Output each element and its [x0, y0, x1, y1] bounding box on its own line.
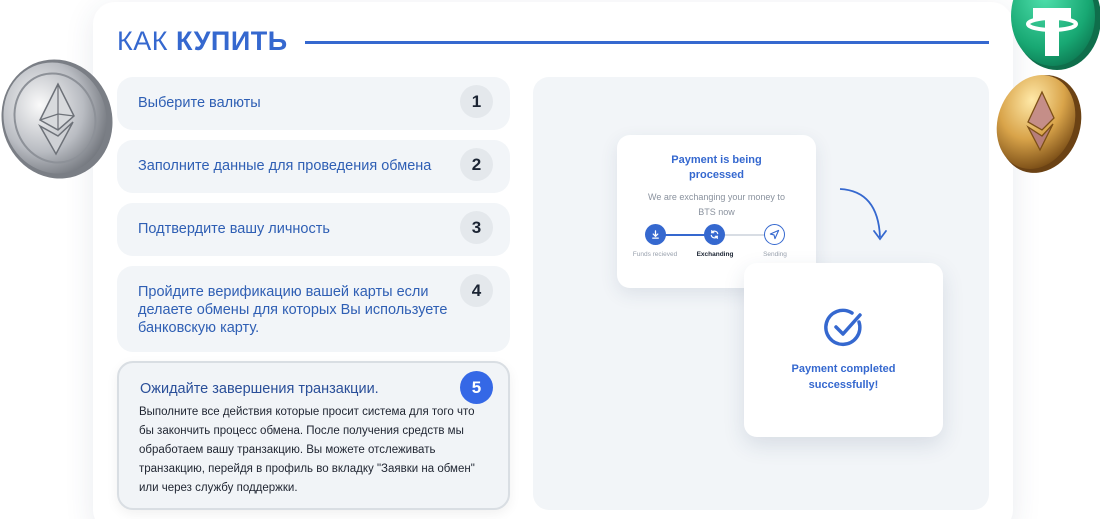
processing-title: Payment is being processed	[671, 154, 762, 181]
stage-funds-received: Funds recieved	[632, 251, 678, 258]
step-1-number: 1	[460, 85, 493, 118]
step-3-number: 3	[460, 211, 493, 244]
refresh-icon	[704, 224, 725, 245]
title-divider	[305, 41, 989, 44]
step-2[interactable]: Заполните данные для проведения обмена 2	[117, 140, 510, 193]
page-title: КАК КУПИТЬ	[117, 26, 288, 57]
download-icon	[645, 224, 666, 245]
step-5[interactable]: Ожидайте завершения транзакции. 5 Выполн…	[117, 361, 510, 510]
step-3-label: Подтвердите вашу личность	[138, 221, 330, 237]
payment-completed-card: Payment completed successfully!	[744, 263, 943, 437]
title-light: КАК	[117, 26, 168, 56]
ethereum-silver-coin-icon	[1, 59, 113, 179]
send-icon	[764, 224, 785, 245]
checkmark-circle-icon	[824, 308, 862, 347]
step-4-number: 4	[460, 274, 493, 307]
ethereum-gold-coin-icon	[996, 75, 1082, 173]
step-5-label: Ожидайте завершения транзакции.	[140, 381, 379, 397]
step-1[interactable]: Выберите валюты 1	[117, 77, 510, 130]
tether-green-coin-icon	[1011, 0, 1100, 70]
processing-subtitle: We are exchanging your money to BTS now	[648, 192, 785, 217]
step-4-label: Пройдите верификацию вашей карты если де…	[138, 284, 448, 336]
title-bold: КУПИТЬ	[175, 26, 288, 56]
stage-exchanging: Exchanding	[696, 251, 734, 258]
step-2-label: Заполните данные для проведения обмена	[138, 158, 432, 174]
step-5-description: Выполните все действия которые просит си…	[139, 406, 475, 494]
curved-arrow	[839, 188, 887, 241]
step-3[interactable]: Подтвердите вашу личность 3	[117, 203, 510, 256]
step-4[interactable]: Пройдите верификацию вашей карты если де…	[117, 266, 510, 352]
step-5-number: 5	[460, 371, 493, 404]
completed-text: Payment completed successfully!	[791, 363, 896, 391]
step-1-label: Выберите валюты	[138, 95, 261, 111]
step-2-number: 2	[460, 148, 493, 181]
stage-sending: Sending	[763, 251, 787, 258]
